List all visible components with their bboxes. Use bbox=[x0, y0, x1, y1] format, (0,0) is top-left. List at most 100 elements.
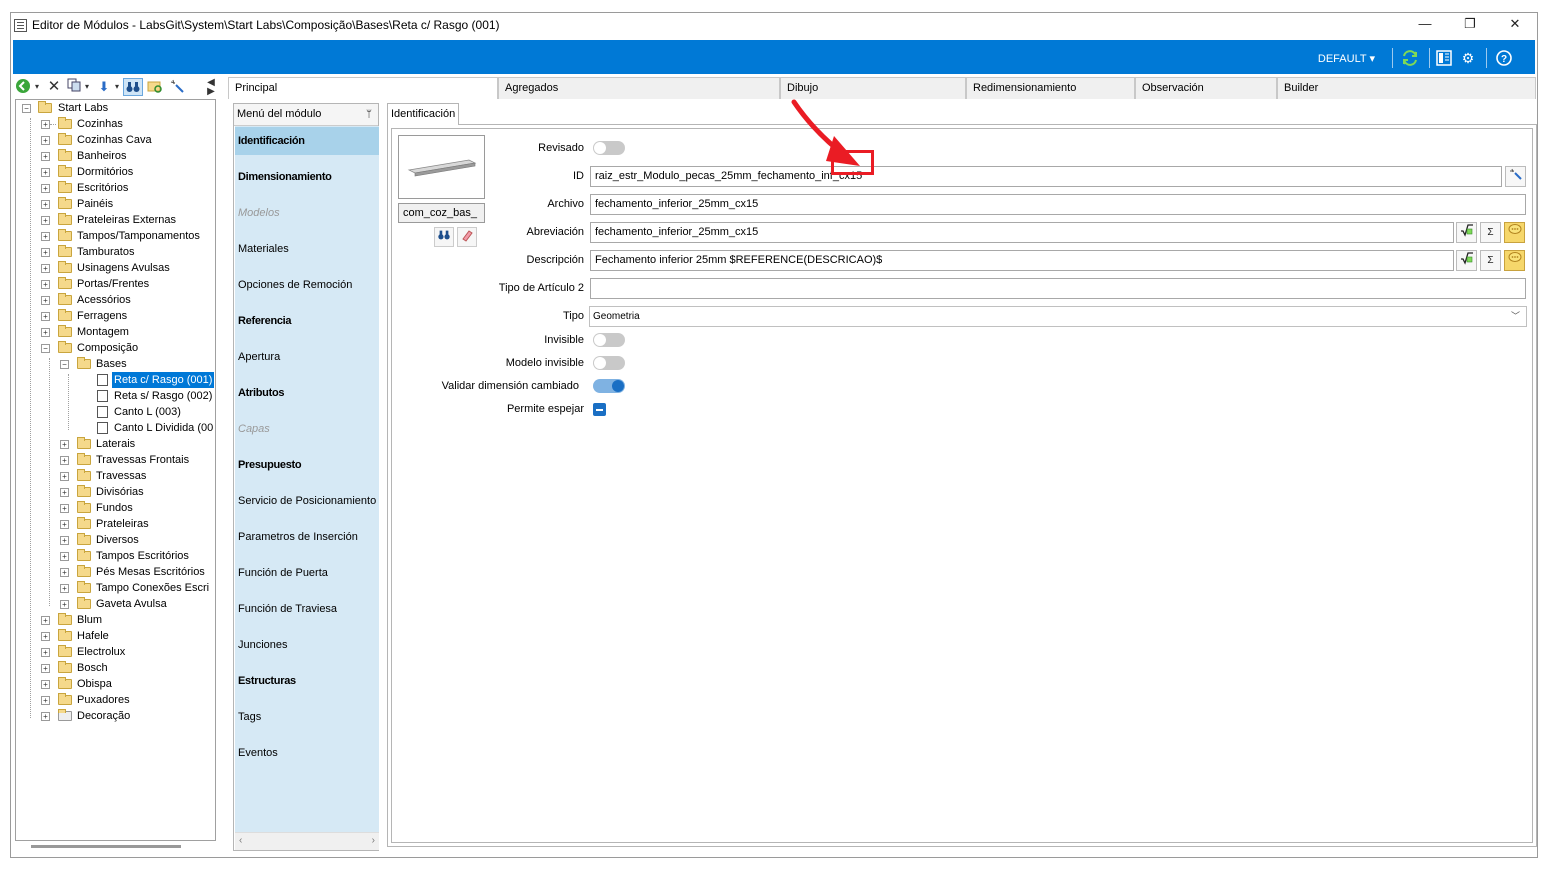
expand-icon[interactable]: + bbox=[41, 136, 50, 145]
help-icon[interactable]: ? bbox=[1495, 49, 1513, 67]
menu-scrollbar[interactable]: ‹ › bbox=[235, 832, 379, 850]
tab-builder[interactable]: Builder bbox=[1277, 77, 1536, 99]
expand-icon[interactable]: + bbox=[60, 520, 69, 529]
tree-node[interactable]: + Hafele bbox=[16, 628, 215, 644]
expand-icon[interactable]: + bbox=[41, 120, 50, 129]
expand-icon[interactable]: + bbox=[60, 552, 69, 561]
menu-item-materiales[interactable]: Materiales bbox=[235, 235, 379, 263]
expand-icon[interactable]: + bbox=[41, 648, 50, 657]
tree-node[interactable]: Canto L (003) bbox=[16, 404, 215, 420]
tree-node[interactable]: + Electrolux bbox=[16, 644, 215, 660]
tree-node[interactable]: + Bosch bbox=[16, 660, 215, 676]
expand-icon[interactable]: + bbox=[41, 712, 50, 721]
sigma-icon[interactable]: Σ bbox=[1480, 250, 1501, 271]
formula-icon[interactable] bbox=[1456, 222, 1477, 243]
tab-redimensionamiento[interactable]: Redimensionamiento bbox=[966, 77, 1135, 99]
tree-node[interactable]: Canto L Dividida (00 bbox=[16, 420, 215, 436]
expand-icon[interactable]: + bbox=[60, 584, 69, 593]
menu-item-funcion-traviesa[interactable]: Función de Traviesa bbox=[235, 595, 379, 623]
back-icon[interactable] bbox=[15, 78, 31, 96]
tree-node[interactable]: + Blum bbox=[16, 612, 215, 628]
validar-toggle[interactable] bbox=[593, 379, 625, 393]
tab-agregados[interactable]: Agregados bbox=[498, 77, 780, 99]
expand-icon[interactable]: + bbox=[60, 504, 69, 513]
expand-icon[interactable]: + bbox=[60, 568, 69, 577]
expand-icon[interactable]: + bbox=[41, 184, 50, 193]
revisado-toggle[interactable] bbox=[593, 141, 625, 155]
tree-node[interactable]: + Tampo Conexões Escri bbox=[16, 580, 215, 596]
tree-node[interactable]: − Composição bbox=[16, 340, 215, 356]
menu-item-dimensionamiento[interactable]: Dimensionamiento bbox=[235, 163, 379, 191]
scroll-right-icon[interactable]: › bbox=[372, 835, 375, 846]
menu-item-servicio-posicionamiento[interactable]: Servicio de Posicionamiento bbox=[235, 487, 379, 515]
chevron-down-icon[interactable]: ▾ bbox=[83, 78, 91, 96]
profile-dropdown[interactable]: DEFAULT ▾ bbox=[1318, 52, 1375, 65]
binoculars-icon[interactable] bbox=[123, 78, 143, 96]
expand-icon[interactable]: + bbox=[41, 264, 50, 273]
tab-dibujo[interactable]: Dibujo bbox=[780, 77, 966, 99]
menu-item-apertura[interactable]: Apertura bbox=[235, 343, 379, 371]
menu-item-junciones[interactable]: Junciones bbox=[235, 631, 379, 659]
layout-icon[interactable] bbox=[1435, 49, 1453, 67]
expand-icon[interactable]: + bbox=[60, 472, 69, 481]
tab-principal[interactable]: Principal bbox=[228, 77, 498, 99]
expand-icon[interactable]: + bbox=[60, 600, 69, 609]
descripcion-input[interactable]: Fechamento inferior 25mm $REFERENCE(DESC… bbox=[590, 250, 1454, 271]
expand-icon[interactable]: + bbox=[41, 312, 50, 321]
collapse-icon[interactable]: − bbox=[60, 360, 69, 369]
tree-node-root[interactable]: − Start Labs bbox=[16, 100, 215, 116]
tree-node[interactable]: + Diversos bbox=[16, 532, 215, 548]
refresh-icon[interactable] bbox=[1401, 49, 1419, 67]
expand-icon[interactable]: + bbox=[41, 232, 50, 241]
tree-node[interactable]: + Decoração bbox=[16, 708, 215, 724]
close-button[interactable]: ✕ bbox=[1493, 13, 1537, 37]
abreviacion-input[interactable]: fechamento_inferior_25mm_cx15 bbox=[590, 222, 1454, 243]
folder-search-icon[interactable] bbox=[147, 78, 163, 96]
collapse-icon[interactable]: − bbox=[41, 344, 50, 353]
tipo-articulo-input[interactable] bbox=[590, 278, 1526, 299]
formula-icon[interactable] bbox=[1456, 250, 1477, 271]
tree-node[interactable]: + Acessórios bbox=[16, 292, 215, 308]
tree-node[interactable]: Reta s/ Rasgo (002) bbox=[16, 388, 215, 404]
sigma-icon[interactable]: Σ bbox=[1480, 222, 1501, 243]
tree-node[interactable]: + Fundos bbox=[16, 500, 215, 516]
tab-observacion[interactable]: Observación bbox=[1135, 77, 1277, 99]
expand-icon[interactable]: + bbox=[41, 248, 50, 257]
expand-icon[interactable]: + bbox=[41, 216, 50, 225]
menu-item-opciones-remocion[interactable]: Opciones de Remoción bbox=[235, 271, 379, 299]
expand-icon[interactable]: + bbox=[60, 440, 69, 449]
menu-item-presupuesto[interactable]: Presupuesto bbox=[235, 451, 379, 479]
tree-node[interactable]: + Tamburatos bbox=[16, 244, 215, 260]
copy-icon[interactable] bbox=[67, 78, 81, 96]
tree-node[interactable]: + Dormitórios bbox=[16, 164, 215, 180]
menu-item-eventos[interactable]: Eventos bbox=[235, 739, 379, 767]
id-input[interactable]: raiz_estr_Modulo_pecas_25mm_fechamento_i… bbox=[590, 166, 1502, 187]
wizard-icon[interactable] bbox=[1505, 166, 1526, 187]
sparkle-icon[interactable] bbox=[169, 78, 185, 96]
tipo-select[interactable]: Geometria ﹀ bbox=[589, 306, 1527, 327]
tree-node[interactable]: + Cozinhas bbox=[16, 116, 215, 132]
tree-node[interactable]: + Banheiros bbox=[16, 148, 215, 164]
tree-node[interactable]: + Gaveta Avulsa bbox=[16, 596, 215, 612]
expand-icon[interactable]: + bbox=[41, 152, 50, 161]
expand-icon[interactable]: + bbox=[60, 536, 69, 545]
tree-node-selected[interactable]: Reta c/ Rasgo (001) bbox=[16, 372, 215, 388]
expand-icon[interactable]: + bbox=[41, 680, 50, 689]
expand-icon[interactable]: + bbox=[41, 280, 50, 289]
delete-icon[interactable]: ✕ bbox=[47, 78, 61, 96]
tree-node[interactable]: + Tampos/Tamponamentos bbox=[16, 228, 215, 244]
expand-icon[interactable]: + bbox=[60, 488, 69, 497]
tree-scrollbar[interactable] bbox=[31, 845, 181, 848]
menu-item-estructuras[interactable]: Estructuras bbox=[235, 667, 379, 695]
tree-node[interactable]: + Obispa bbox=[16, 676, 215, 692]
expand-icon[interactable]: + bbox=[41, 328, 50, 337]
menu-item-tags[interactable]: Tags bbox=[235, 703, 379, 731]
scroll-left-icon[interactable]: ‹ bbox=[239, 835, 242, 846]
maximize-button[interactable]: ❐ bbox=[1448, 13, 1492, 37]
collapse-icon[interactable]: − bbox=[22, 104, 31, 113]
minimize-button[interactable]: — bbox=[1403, 13, 1447, 37]
tree-node[interactable]: + Cozinhas Cava bbox=[16, 132, 215, 148]
tree-node[interactable]: + Usinagens Avulsas bbox=[16, 260, 215, 276]
menu-item-parametros-insercion[interactable]: Parametros de Inserción bbox=[235, 523, 379, 551]
expand-icon[interactable]: + bbox=[41, 200, 50, 209]
